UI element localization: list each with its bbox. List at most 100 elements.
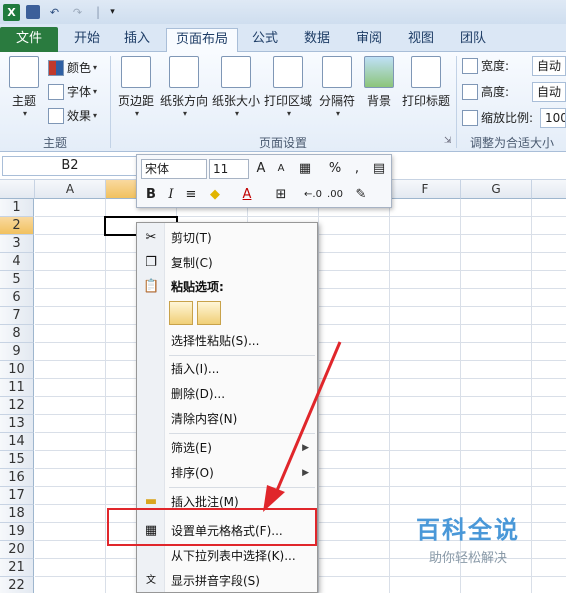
height-select[interactable]: 自动 bbox=[532, 82, 566, 102]
comma-button[interactable]: , bbox=[347, 159, 367, 179]
row-header[interactable]: 20 bbox=[0, 541, 34, 559]
row-header[interactable]: 6 bbox=[0, 289, 34, 307]
tab-file[interactable]: 文件 bbox=[0, 27, 58, 52]
font-color-icon[interactable]: A bbox=[237, 185, 257, 205]
group-label-themes: 主题 bbox=[42, 136, 67, 150]
row-header[interactable]: 4 bbox=[0, 253, 34, 271]
theme-fonts-button[interactable]: 字体 ▾ bbox=[48, 82, 97, 102]
row-header[interactable]: 14 bbox=[0, 433, 34, 451]
column-header-g[interactable]: G bbox=[461, 180, 532, 199]
align-center-icon[interactable]: ≡ bbox=[181, 185, 201, 205]
theme-effects-button[interactable]: 效果 ▾ bbox=[48, 106, 97, 126]
tab-formulas[interactable]: 公式 bbox=[242, 28, 288, 52]
fonts-icon bbox=[48, 84, 64, 100]
row-header[interactable]: 5 bbox=[0, 271, 34, 289]
paste-icon[interactable] bbox=[169, 301, 193, 325]
select-all-corner[interactable] bbox=[0, 180, 35, 199]
scale-icon bbox=[462, 110, 478, 126]
column-header-h[interactable] bbox=[532, 180, 566, 199]
customize-toolbar-icon[interactable]: ▾ bbox=[104, 4, 121, 21]
scissors-icon: ✂ bbox=[145, 230, 157, 245]
menu-item-paste-options: 📋 粘贴选项: bbox=[143, 279, 224, 294]
column-header-f[interactable]: F bbox=[390, 180, 461, 199]
breaks-button[interactable]: 分隔符 ▾ bbox=[314, 56, 360, 118]
tab-home[interactable]: 开始 bbox=[62, 28, 112, 52]
print-titles-button[interactable]: 打印标题 bbox=[398, 56, 454, 109]
row-header[interactable]: 8 bbox=[0, 325, 34, 343]
background-button[interactable]: 背景 bbox=[360, 56, 398, 109]
margins-button[interactable]: 页边距 ▾ bbox=[114, 56, 158, 118]
menu-item-copy[interactable]: ❐ 复制(C) bbox=[137, 251, 317, 275]
dialog-launcher-icon[interactable]: ⇲ bbox=[444, 136, 452, 146]
height-icon bbox=[462, 84, 478, 100]
fill-color-icon[interactable]: ◆ bbox=[205, 185, 225, 205]
row-header[interactable]: 2 bbox=[0, 217, 34, 235]
grow-font-icon[interactable]: A bbox=[251, 159, 271, 179]
name-box[interactable]: B2 bbox=[2, 156, 138, 176]
save-icon[interactable] bbox=[26, 5, 40, 19]
row-header[interactable]: 16 bbox=[0, 469, 34, 487]
print-area-button[interactable]: 打印区域 ▾ bbox=[262, 56, 314, 118]
borders-icon[interactable]: ⊞ bbox=[271, 185, 291, 205]
column-header-a[interactable]: A bbox=[35, 180, 106, 199]
orientation-button[interactable]: 纸张方向 ▾ bbox=[158, 56, 210, 118]
themes-button[interactable]: 主题 ▾ bbox=[6, 56, 42, 118]
excel-app-icon[interactable]: X bbox=[3, 3, 20, 21]
increase-decimal-icon[interactable]: ←.0 bbox=[303, 185, 323, 205]
row-header[interactable]: 19 bbox=[0, 523, 34, 541]
paste-values-icon[interactable] bbox=[197, 301, 221, 325]
row-header[interactable]: 7 bbox=[0, 307, 34, 325]
row-header[interactable]: 17 bbox=[0, 487, 34, 505]
bold-icon[interactable]: B bbox=[141, 185, 161, 205]
background-icon bbox=[364, 56, 394, 88]
watermark-subtitle: 助你轻松解决 bbox=[428, 551, 507, 566]
clipboard-icon: 📋 bbox=[143, 279, 160, 294]
italic-icon[interactable]: I bbox=[161, 185, 181, 205]
menu-item-phonetic[interactable]: 文 显示拼音字段(S) bbox=[137, 569, 317, 593]
tab-team[interactable]: 团队 bbox=[450, 28, 496, 52]
scale-input[interactable]: 100% bbox=[540, 108, 566, 128]
theme-colors-button[interactable]: 颜色 ▾ bbox=[48, 58, 97, 78]
colors-icon bbox=[48, 60, 64, 76]
shrink-font-icon[interactable]: A bbox=[271, 159, 291, 179]
width-icon bbox=[462, 58, 478, 74]
size-button[interactable]: 纸张大小 ▾ bbox=[210, 56, 262, 118]
red-arrow-annotation bbox=[263, 341, 342, 512]
tab-review[interactable]: 审阅 bbox=[346, 28, 392, 52]
title-bar: X ↶ ↷ | ▾ bbox=[0, 0, 566, 24]
percent-button[interactable]: % bbox=[325, 159, 345, 179]
font-name-select[interactable]: 宋体 bbox=[141, 159, 207, 179]
row-header[interactable]: 22 bbox=[0, 577, 34, 593]
row-header[interactable]: 12 bbox=[0, 397, 34, 415]
format-painter-grid-icon[interactable]: ▤ bbox=[369, 159, 389, 179]
row-header[interactable]: 11 bbox=[0, 379, 34, 397]
row-header[interactable]: 9 bbox=[0, 343, 34, 361]
undo-icon[interactable]: ↶ bbox=[46, 4, 63, 21]
redo-icon[interactable]: ↷ bbox=[69, 4, 86, 21]
tab-insert[interactable]: 插入 bbox=[112, 28, 162, 52]
separator: | bbox=[96, 5, 101, 19]
phonetic-icon: 文 bbox=[146, 575, 156, 586]
tab-page-layout[interactable]: 页面布局 bbox=[166, 28, 238, 52]
row-header[interactable]: 10 bbox=[0, 361, 34, 379]
tab-data[interactable]: 数据 bbox=[294, 28, 340, 52]
scale-label: 缩放比例: bbox=[462, 108, 533, 128]
paper-size-icon bbox=[221, 56, 251, 88]
width-select[interactable]: 自动 bbox=[532, 56, 566, 76]
row-header[interactable]: 18 bbox=[0, 505, 34, 523]
row-header[interactable]: 3 bbox=[0, 235, 34, 253]
decrease-decimal-icon[interactable]: .00 bbox=[325, 185, 345, 205]
mini-toolbar: 宋体 11 A A ▦ % , ▤ B I ≡ ◆ A ⊞ ←.0 .00 ✎ bbox=[136, 154, 392, 208]
print-titles-icon bbox=[411, 56, 441, 88]
menu-item-cut[interactable]: ✂ 剪切(T) bbox=[137, 226, 317, 250]
format-painter-icon[interactable]: ✎ bbox=[351, 185, 371, 205]
row-header[interactable]: 1 bbox=[0, 199, 34, 217]
accounting-format-icon[interactable]: ▦ bbox=[295, 159, 315, 179]
row-header[interactable]: 15 bbox=[0, 451, 34, 469]
row-header[interactable]: 21 bbox=[0, 559, 34, 577]
row-header[interactable]: 13 bbox=[0, 415, 34, 433]
tab-view[interactable]: 视图 bbox=[398, 28, 444, 52]
ribbon: 主题 ▾ 颜色 ▾ 字体 ▾ 效果 ▾ 主题 页边距 ▾ 纸张方向 ▾ 纸张大小 ▾ … bbox=[0, 52, 566, 152]
font-size-select[interactable]: 11 bbox=[209, 159, 249, 179]
menu-item-pick-from-list[interactable]: 从下拉列表中选择(K)... bbox=[137, 544, 317, 568]
